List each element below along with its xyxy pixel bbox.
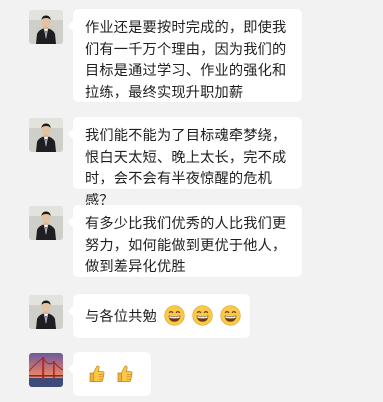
thumbs-up-emoji-icon [114, 363, 135, 384]
message-text: 与各位共勉 [85, 309, 157, 325]
bridge-avatar[interactable] [29, 353, 63, 387]
man-avatar[interactable] [29, 10, 63, 44]
message-bubble[interactable]: 与各位共勉 [68, 294, 250, 338]
message-bubble[interactable]: 我们能不能为了目标魂牵梦绕，恨白天太短、晚上太长，完不成时，会不会有半夜惊醒的危… [68, 117, 302, 209]
grinning-emoji-icon [192, 305, 213, 326]
grinning-emoji-icon [220, 305, 241, 326]
grinning-emoji-icon [164, 305, 185, 326]
man-avatar[interactable] [29, 295, 63, 329]
message-bubble[interactable]: 有多少比我们优秀的人比我们更努力，如何能做到更优于他人，做到差异化优胜 [68, 205, 302, 277]
man-avatar[interactable] [29, 118, 63, 152]
message-bubble[interactable]: 作业还是要按时完成的，即使我们有一千万个理由，因为我们的目标是通过学习、作业的强… [68, 9, 302, 102]
message-bubble[interactable] [68, 352, 151, 396]
man-avatar[interactable] [29, 206, 63, 240]
thumbs-up-emoji-icon [86, 363, 107, 384]
